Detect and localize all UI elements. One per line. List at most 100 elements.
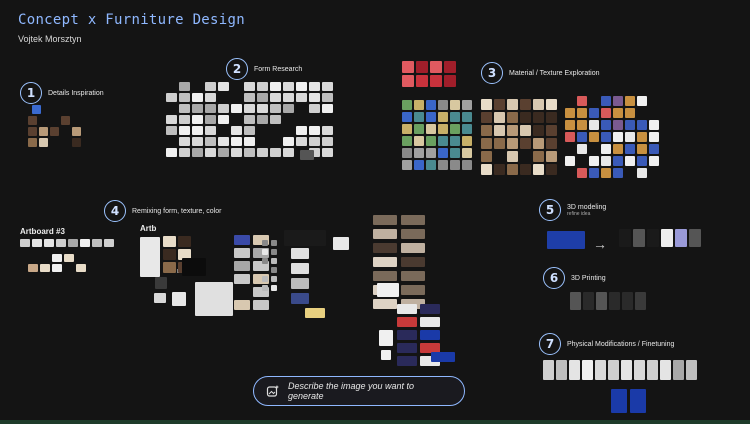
thumbnail-image[interactable] bbox=[257, 104, 268, 113]
step-4[interactable]: 4 Remixing form, texture, color bbox=[104, 200, 221, 222]
thumbnail-image[interactable] bbox=[633, 229, 645, 247]
thumbnail-image[interactable] bbox=[647, 229, 659, 247]
thumbnail-image[interactable] bbox=[322, 126, 333, 135]
thumbnail-image[interactable] bbox=[438, 100, 448, 110]
thumbnail-image[interactable] bbox=[462, 112, 472, 122]
thumbnail-image[interactable] bbox=[621, 360, 632, 380]
thumbnail-image[interactable] bbox=[218, 104, 229, 113]
thumbnail-image[interactable] bbox=[625, 120, 635, 130]
thumbnail-image[interactable] bbox=[546, 99, 557, 110]
thumbnail-image[interactable] bbox=[507, 125, 518, 136]
thumbnail-image[interactable] bbox=[444, 75, 456, 87]
step-6[interactable]: 6 3D Printing bbox=[543, 267, 606, 289]
thumbnail-image[interactable] bbox=[262, 249, 268, 255]
thumbnail-image[interactable] bbox=[420, 330, 440, 340]
thumbnail-image[interactable] bbox=[507, 138, 518, 149]
thumbnail-image[interactable] bbox=[507, 99, 518, 110]
thumbnail-image[interactable] bbox=[20, 239, 30, 247]
thumbnail-image[interactable] bbox=[377, 283, 399, 297]
thumbnail-image[interactable] bbox=[507, 112, 518, 123]
thumbnail-image[interactable] bbox=[283, 82, 294, 91]
thumbnail-image[interactable] bbox=[262, 240, 268, 246]
thumbnail-image[interactable] bbox=[649, 156, 659, 166]
thumbnail-image[interactable] bbox=[397, 330, 417, 340]
thumbnail-image[interactable] bbox=[140, 237, 160, 277]
thumbnail-image[interactable] bbox=[39, 138, 48, 147]
thumbnail-image[interactable] bbox=[61, 116, 70, 125]
thumbnail-image[interactable] bbox=[401, 257, 425, 267]
thumbnail-image[interactable] bbox=[601, 156, 611, 166]
thumbnail-image[interactable] bbox=[296, 126, 307, 135]
thumbnail-image[interactable] bbox=[637, 96, 647, 106]
thumbnail-image[interactable] bbox=[565, 156, 575, 166]
thumbnail-image[interactable] bbox=[402, 100, 412, 110]
thumbnail-image[interactable] bbox=[637, 132, 647, 142]
thumbnail-image[interactable] bbox=[481, 164, 492, 175]
thumbnail-image[interactable] bbox=[401, 243, 425, 253]
thumbnail-image[interactable] bbox=[462, 160, 472, 170]
thumbnail-image[interactable] bbox=[333, 237, 349, 250]
thumbnail-image[interactable] bbox=[231, 148, 242, 157]
thumbnail-image[interactable] bbox=[271, 258, 277, 264]
thumbnail-image[interactable] bbox=[450, 100, 460, 110]
thumbnail-image[interactable] bbox=[397, 304, 417, 314]
thumbnail-image[interactable] bbox=[270, 93, 281, 102]
thumbnail-image[interactable] bbox=[271, 285, 277, 291]
thumbnail-image[interactable] bbox=[231, 126, 242, 135]
thumbnail-image[interactable] bbox=[195, 282, 233, 316]
thumbnail-image[interactable] bbox=[637, 156, 647, 166]
thumbnail-image[interactable] bbox=[257, 93, 268, 102]
thumbnail-image[interactable] bbox=[296, 82, 307, 91]
thumbnail-image[interactable] bbox=[44, 239, 54, 247]
thumbnail-image[interactable] bbox=[438, 124, 448, 134]
thumbnail-image[interactable] bbox=[166, 93, 177, 102]
thumbnail-image[interactable] bbox=[271, 267, 277, 273]
thumbnail-image[interactable] bbox=[689, 229, 701, 247]
thumbnail-image[interactable] bbox=[649, 120, 659, 130]
thumbnail-image[interactable] bbox=[507, 164, 518, 175]
thumbnail-image[interactable] bbox=[494, 138, 505, 149]
thumbnail-image[interactable] bbox=[520, 125, 531, 136]
thumbnail-image[interactable] bbox=[234, 261, 250, 271]
thumbnail-image[interactable] bbox=[257, 82, 268, 91]
thumbnail-image[interactable] bbox=[283, 104, 294, 113]
thumbnail-image[interactable] bbox=[231, 137, 242, 146]
thumbnail-image[interactable] bbox=[494, 164, 505, 175]
thumbnail-image[interactable] bbox=[234, 248, 250, 258]
thumbnail-image[interactable] bbox=[414, 148, 424, 158]
thumbnail-image[interactable] bbox=[613, 132, 623, 142]
thumbnail-image[interactable] bbox=[426, 148, 436, 158]
thumbnail-image[interactable] bbox=[565, 108, 575, 118]
thumbnail-image[interactable] bbox=[154, 293, 166, 303]
thumbnail-image[interactable] bbox=[52, 254, 62, 262]
thumbnail-image[interactable] bbox=[533, 125, 544, 136]
thumbnail-image[interactable] bbox=[72, 127, 81, 136]
thumbnail-image[interactable] bbox=[92, 239, 102, 247]
thumbnail-image[interactable] bbox=[430, 75, 442, 87]
thumbnail-image[interactable] bbox=[577, 108, 587, 118]
thumbnail-image[interactable] bbox=[608, 360, 619, 380]
thumbnail-image[interactable] bbox=[637, 144, 647, 154]
step-2[interactable]: 2 Form Research bbox=[226, 58, 302, 80]
thumbnail-image[interactable] bbox=[450, 124, 460, 134]
thumbnail-image[interactable] bbox=[582, 360, 593, 380]
thumbnail-image[interactable] bbox=[50, 127, 59, 136]
thumbnail-image[interactable] bbox=[309, 93, 320, 102]
thumbnail-image[interactable] bbox=[205, 137, 216, 146]
thumbnail-image[interactable] bbox=[647, 360, 658, 380]
thumbnail-image[interactable] bbox=[80, 239, 90, 247]
thumbnail-image[interactable] bbox=[675, 229, 687, 247]
thumbnail-image[interactable] bbox=[613, 108, 623, 118]
thumbnail-image[interactable] bbox=[577, 144, 587, 154]
thumbnail-image[interactable] bbox=[322, 104, 333, 113]
thumbnail-image[interactable] bbox=[430, 61, 442, 73]
thumbnail-image[interactable] bbox=[379, 330, 393, 346]
thumbnail-image[interactable] bbox=[283, 148, 294, 157]
thumbnail-image[interactable] bbox=[262, 258, 268, 264]
generate-prompt-input[interactable]: Describe the image you want to generate bbox=[253, 376, 465, 406]
thumbnail-image[interactable] bbox=[444, 61, 456, 73]
thumbnail-image[interactable] bbox=[271, 240, 277, 246]
thumbnail-image[interactable] bbox=[397, 343, 417, 353]
thumbnail-image[interactable] bbox=[52, 264, 62, 272]
thumbnail-image[interactable] bbox=[438, 160, 448, 170]
